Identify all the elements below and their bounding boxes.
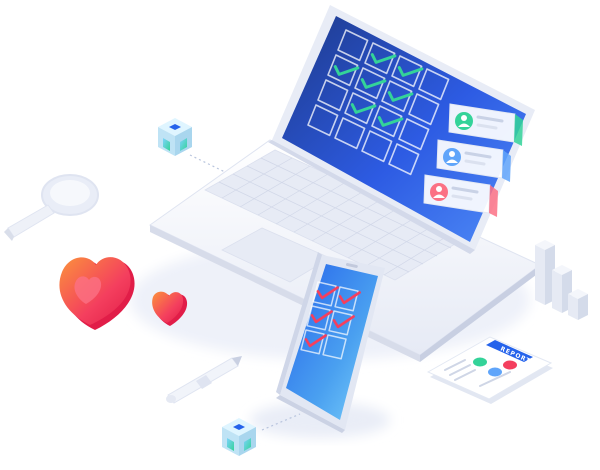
chip-cube-icon-bottom [222,418,256,456]
pen-icon [166,356,242,404]
bar-chart-icon [535,240,588,320]
isometric-illustration: REPORT [0,0,600,470]
illustration-canvas: REPORT [4,5,588,456]
heart-icon-large [59,257,135,330]
chip-cube-icon [158,118,192,156]
magnifier-icon [4,174,99,241]
